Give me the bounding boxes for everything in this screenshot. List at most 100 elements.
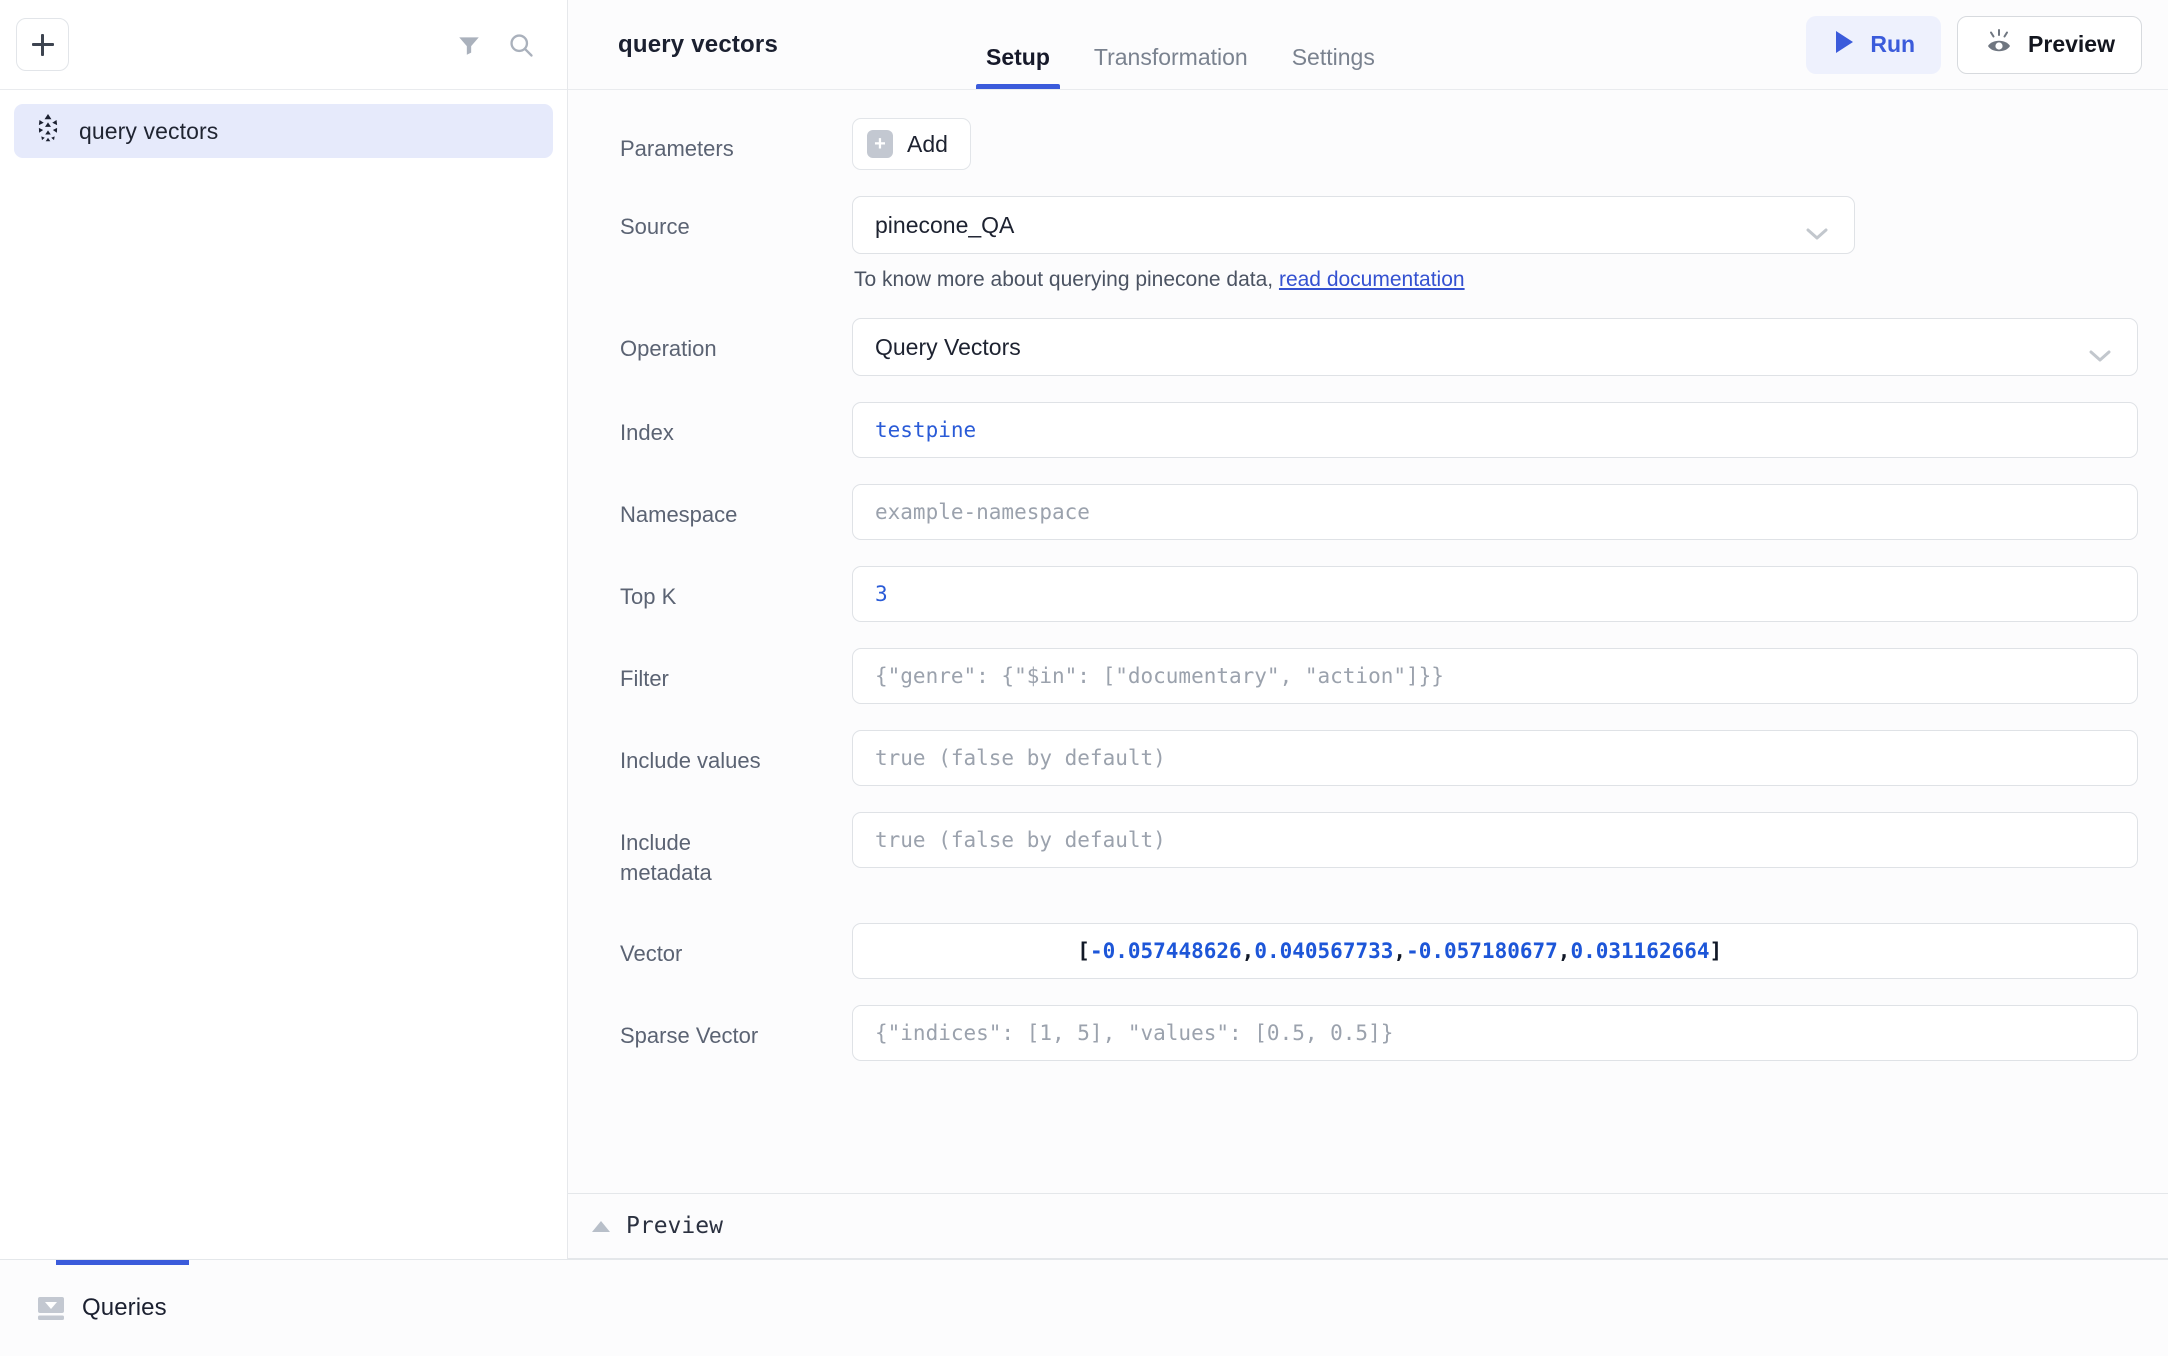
triangle-up-icon[interactable]: [592, 1220, 610, 1232]
namespace-input[interactable]: example-namespace: [852, 484, 2138, 540]
field-label-sparse-vector: Sparse Vector: [620, 1023, 759, 1049]
sidebar-header: [0, 0, 567, 90]
plus-icon: [31, 33, 54, 56]
index-input-value: testpine: [875, 418, 977, 442]
main-body: query vectors query vectors Setup Transf…: [0, 0, 2168, 1259]
vector-value-1: 0.040567733: [1254, 939, 1394, 964]
field-label-filter: Filter: [620, 666, 669, 691]
bottom-bar: Queries: [0, 1259, 2168, 1356]
field-top-k: Top K 3: [568, 566, 2168, 622]
vector-open-bracket: [: [1077, 939, 1090, 964]
field-label-vector: Vector: [620, 941, 683, 967]
vector-input[interactable]: [-0.057448626,0.040567733,-0.057180677,0…: [852, 923, 2138, 980]
operation-select[interactable]: Query Vectors: [852, 318, 2138, 376]
field-label-parameters: Parameters: [620, 136, 734, 161]
sparse-vector-control: {"indices": [1, 5], "values": [0.5, 0.5]…: [852, 1005, 2138, 1062]
include-values-placeholder: true (false by default): [875, 746, 1166, 770]
source-helper-prefix: To know more about querying pinecone dat…: [854, 268, 1279, 291]
add-query-button[interactable]: [16, 18, 69, 71]
run-button-label: Run: [1870, 31, 1916, 57]
tab-transformation[interactable]: Transformation: [1072, 46, 1270, 89]
namespace-placeholder: example-namespace: [875, 500, 1090, 524]
pinecone-logo-icon: [34, 113, 62, 149]
field-include-values: Include values true (false by default): [568, 730, 2168, 786]
page-title: query vectors: [618, 30, 779, 58]
field-label-source: Source: [620, 214, 690, 239]
top-k-input[interactable]: 3: [852, 566, 2138, 622]
field-index: Index testpine: [568, 402, 2168, 458]
setup-form: Parameters + Add Source pinecone_QA To k…: [568, 90, 2168, 1193]
operation-control: Query Vectors: [852, 318, 2138, 376]
filter-icon[interactable]: [447, 23, 491, 67]
eye-icon: [1984, 28, 2014, 61]
topbar-actions: Run Preview: [1806, 15, 2142, 74]
preview-button[interactable]: Preview: [1957, 15, 2142, 74]
field-label-index: Index: [620, 420, 674, 445]
queries-sidebar: query vectors: [0, 0, 568, 1259]
field-label-top-k: Top K: [620, 584, 677, 609]
field-label-include-values: Include values: [620, 748, 761, 773]
active-tab-indicator: [56, 1260, 189, 1265]
query-list: query vectors: [0, 90, 567, 158]
field-include-metadata: Include metadata true (false by default): [568, 812, 2168, 887]
namespace-control: example-namespace: [852, 484, 2138, 540]
sparse-vector-placeholder: {"indices": [1, 5], "values": [0.5, 0.5]…: [875, 1021, 1394, 1046]
preview-panel-header[interactable]: Preview: [568, 1193, 2168, 1259]
include-values-input[interactable]: true (false by default): [852, 730, 2138, 786]
vector-comma-0: ,: [1241, 939, 1255, 964]
vector-control: [-0.057448626,0.040567733,-0.057180677,0…: [852, 923, 2138, 980]
include-metadata-input[interactable]: true (false by default): [852, 812, 2138, 868]
filter-input[interactable]: {"genre": {"$in": ["documentary", "actio…: [852, 648, 2138, 704]
include-metadata-placeholder: true (false by default): [875, 828, 1166, 852]
run-button[interactable]: Run: [1806, 15, 1942, 74]
chevron-down-icon: [2089, 341, 2111, 362]
field-label-namespace: Namespace: [620, 502, 738, 527]
sparse-vector-input[interactable]: {"indices": [1, 5], "values": [0.5, 0.5]…: [852, 1005, 2138, 1062]
chevron-down-icon: [1806, 219, 1828, 240]
field-label-include-metadata: Include metadata: [620, 830, 712, 885]
tab-settings[interactable]: Settings: [1270, 46, 1397, 89]
field-namespace: Namespace example-namespace: [568, 484, 2168, 540]
search-icon[interactable]: [499, 23, 543, 67]
source-helper-text: To know more about querying pinecone dat…: [852, 268, 1855, 292]
filter-control: {"genre": {"$in": ["documentary", "actio…: [852, 648, 2138, 704]
include-values-control: true (false by default): [852, 730, 2138, 786]
field-sparse-vector: Sparse Vector {"indices": [1, 5], "value…: [568, 1005, 2168, 1062]
list-item[interactable]: query vectors: [14, 104, 553, 158]
vector-comma-2: ,: [1557, 939, 1571, 964]
source-select-wrap: pinecone_QA To know more about querying …: [852, 196, 1855, 292]
top-k-input-value: 3: [875, 582, 888, 606]
index-input[interactable]: testpine: [852, 402, 2138, 458]
field-filter: Filter {"genre": {"$in": ["documentary",…: [568, 648, 2168, 704]
source-control: pinecone_QA To know more about querying …: [852, 196, 2138, 292]
operation-select-value: Query Vectors: [875, 333, 1021, 360]
play-icon: [1832, 29, 1856, 61]
preview-button-label: Preview: [2028, 31, 2115, 57]
tab-setup[interactable]: Setup: [964, 46, 1072, 89]
vector-value-0: -0.057448626: [1089, 939, 1242, 964]
parameters-control: + Add: [852, 118, 2138, 170]
field-label-operation: Operation: [620, 336, 717, 361]
editor-topbar: query vectors Setup Transformation Setti…: [568, 0, 2168, 90]
include-metadata-control: true (false by default): [852, 812, 2138, 868]
vector-value-2: -0.057180677: [1406, 939, 1558, 964]
read-documentation-link[interactable]: read documentation: [1279, 268, 1465, 291]
query-editor-pane: query vectors Setup Transformation Setti…: [568, 0, 2168, 1259]
source-select[interactable]: pinecone_QA: [852, 196, 1855, 254]
add-parameter-button[interactable]: + Add: [852, 118, 971, 170]
vector-close-bracket: ]: [1709, 939, 1723, 964]
editor-tabs: Setup Transformation Settings: [964, 0, 1397, 89]
field-operation: Operation Query Vectors: [568, 318, 2168, 376]
field-parameters: Parameters + Add: [568, 118, 2168, 170]
queries-panel-icon: [36, 1293, 66, 1323]
field-source: Source pinecone_QA To know more about qu…: [568, 196, 2168, 292]
footer-tab-label: Queries: [82, 1294, 167, 1321]
vector-value-3: 0.031162664: [1570, 939, 1710, 964]
index-control: testpine: [852, 402, 2138, 458]
plus-square-icon: +: [867, 130, 893, 158]
top-k-control: 3: [852, 566, 2138, 622]
pinecone-query-editor-app: query vectors query vectors Setup Transf…: [0, 0, 2168, 1356]
field-vector: Vector [-0.057448626,0.040567733,-0.0571…: [568, 923, 2168, 980]
footer-tab-queries[interactable]: Queries: [36, 1260, 189, 1356]
source-select-value: pinecone_QA: [875, 211, 1015, 238]
